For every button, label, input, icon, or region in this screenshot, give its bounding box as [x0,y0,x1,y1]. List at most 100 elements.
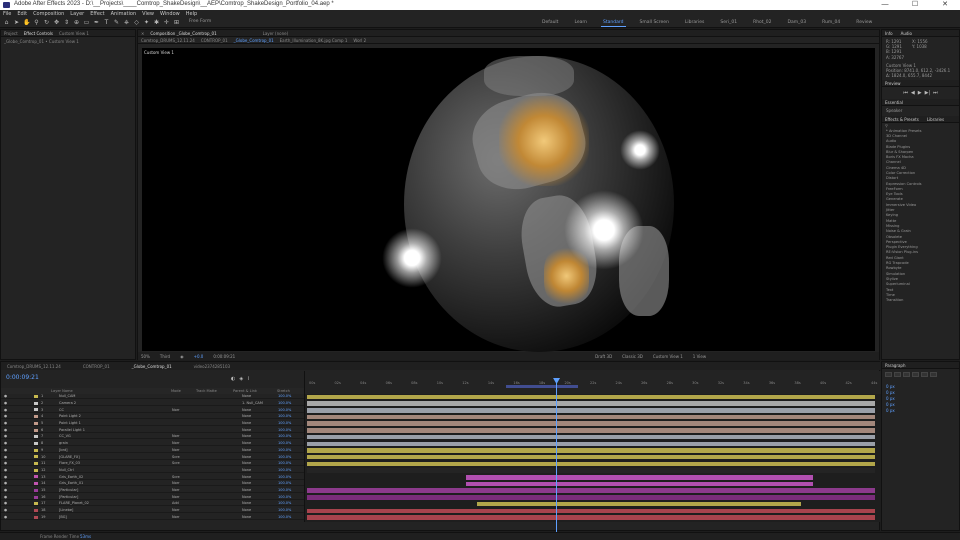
label-color-swatch[interactable] [34,468,38,472]
layer-row[interactable]: ● 8 grain Norr None 100.0% [1,440,304,447]
layer-parent-dropdown[interactable]: None [242,495,251,499]
layer-parent-dropdown[interactable]: None [242,448,251,452]
views-layout-dropdown[interactable]: 1 View [693,354,706,359]
label-color-swatch[interactable] [34,448,38,452]
label-color-swatch[interactable] [34,462,38,465]
visibility-eye-icon[interactable]: ● [4,421,7,425]
layer-duration-bar[interactable] [307,454,875,460]
layer-stretch-value[interactable]: 100.0% [278,455,291,459]
axis-icon[interactable]: ✛ [163,19,170,26]
layer-stretch-value[interactable]: 100.0% [278,468,291,472]
justify-center-icon[interactable] [921,372,928,377]
layer-row[interactable]: ● 6 Parallel Light 1 None 100.0% [1,427,304,433]
label-color-swatch[interactable] [34,482,38,486]
menu-edit[interactable]: Edit [17,11,27,17]
layer-parent-dropdown[interactable]: None [242,488,251,492]
tab-composition[interactable]: Composition _Globe_Comtrop_01 [150,31,216,36]
layer-row[interactable]: ● 1 Null_CAM None 100.0% [1,394,304,400]
layer-duration-bar[interactable] [307,401,875,406]
comp-timecode[interactable]: 0:00:09:21 [213,354,235,359]
layer-row[interactable]: ● 19 [BG] Norr None 100.0% [1,514,304,520]
draft-3d-icon[interactable]: ◈ [239,376,243,382]
layer-duration-bar[interactable] [307,495,875,500]
menu-window[interactable]: Window [160,11,180,17]
space-after-field[interactable]: 0 px [886,408,955,414]
layer-duration-bar[interactable] [307,394,875,400]
justify-all-icon[interactable] [930,372,937,377]
prev-frame-icon[interactable]: ◀ [911,90,915,96]
playhead-line[interactable] [556,378,558,532]
layer-mode-dropdown[interactable]: Norr [172,481,180,485]
layer-row[interactable]: ● 2 Camera 2 1. Null_CAM 100.0% [1,400,304,406]
align-left-icon[interactable] [885,372,892,377]
layer-stretch-value[interactable]: 100.0% [278,434,291,438]
layer-duration-bar[interactable] [307,508,875,514]
header-mode[interactable]: Mode [171,389,181,393]
tab-effect-controls[interactable]: Effect Controls [24,31,53,36]
layer-mode-dropdown[interactable]: Scre [172,475,180,479]
close-icon[interactable]: ✕ [141,31,144,36]
layer-name[interactable]: [bnt] [59,448,68,452]
puppet-tool-icon[interactable]: ✱ [153,19,160,26]
layer-mode-dropdown[interactable]: Norr [172,488,180,492]
layer-mode-dropdown[interactable]: Scre [172,455,180,459]
label-color-swatch[interactable] [34,475,38,479]
layer-name[interactable]: Null_CAM [59,394,75,398]
speaker-dropdown[interactable]: Speaker [882,106,959,115]
layer-name[interactable]: [GLARE_FX] [59,455,80,459]
visibility-eye-icon[interactable]: ● [4,401,7,405]
label-color-swatch[interactable] [34,395,38,398]
layer-stretch-value[interactable]: 100.0% [278,414,291,418]
workspace-libraries[interactable]: Libraries [683,19,706,27]
paragraph-header[interactable]: Paragraph [882,362,959,369]
layer-stretch-value[interactable]: 100.0% [278,488,291,492]
layer-row[interactable]: ● 5 Point Light 1 None 100.0% [1,420,304,427]
layer-mode-dropdown[interactable]: Norr [172,441,180,445]
layer-row[interactable]: ● 16 [Particular] Norr None 100.0% [1,494,304,500]
layer-parent-dropdown[interactable]: None [242,428,251,432]
layer-duration-bar[interactable] [307,414,875,420]
graph-editor-icon[interactable]: ⌇ [247,376,249,382]
layer-name[interactable]: Gris_Earth_02 [59,475,83,479]
visibility-eye-icon[interactable]: ● [4,414,7,418]
visibility-eye-icon[interactable]: ● [4,468,7,472]
layer-stretch-value[interactable]: 100.0% [278,441,291,445]
layer-parent-dropdown[interactable]: None [242,394,251,398]
breadcrumb-item[interactable]: Worl 2 [353,38,366,43]
layer-stretch-value[interactable]: 100.0% [278,481,291,485]
tab-video[interactable]: video2374285103 [194,364,230,369]
layer-name[interactable]: Point Light 2 [59,414,81,418]
menu-composition[interactable]: Composition [33,11,64,17]
layer-parent-dropdown[interactable]: None [242,475,251,479]
layer-row[interactable]: ● 4 Point Light 2 None 100.0% [1,414,304,420]
label-color-swatch[interactable] [34,401,38,405]
tab-globe-comtrop[interactable]: _Globe_Comtrop_01 [132,364,172,369]
workspace-seri[interactable]: Seri_01 [718,19,739,27]
layer-name[interactable]: Point Light 1 [59,421,81,425]
layer-stretch-value[interactable]: 100.0% [278,461,291,465]
layer-stretch-value[interactable]: 100.0% [278,448,291,452]
layer-parent-dropdown[interactable]: None [242,468,251,472]
breadcrumb-item-active[interactable]: _Globe_Comtrop_01 [234,38,274,43]
layer-stretch-value[interactable]: 100.0% [278,401,291,405]
visibility-eye-icon[interactable]: ● [4,434,7,438]
label-color-swatch[interactable] [34,435,38,439]
play-icon[interactable]: ▶ [918,90,922,96]
layer-mode-dropdown[interactable]: Norr [172,508,180,512]
visibility-eye-icon[interactable]: ● [4,408,7,412]
workspace-dam[interactable]: Dam_03 [786,19,809,27]
visibility-eye-icon[interactable]: ● [4,441,7,445]
label-color-swatch[interactable] [34,441,38,445]
visibility-eye-icon[interactable]: ● [4,495,7,499]
selection-tool-icon[interactable]: ➤ [13,19,20,26]
layer-stretch-value[interactable]: 100.0% [278,408,291,412]
layer-name[interactable]: grain [59,441,68,445]
layer-duration-bar[interactable] [307,434,875,440]
justify-left-icon[interactable] [912,372,919,377]
header-stretch[interactable]: Stretch [277,389,290,393]
brush-tool-icon[interactable]: ✎ [113,19,120,26]
layer-stretch-value[interactable]: 100.0% [278,515,291,519]
layer-row[interactable]: ● 18 [Linebe] Norr None 100.0% [1,507,304,514]
time-ruler[interactable]: 00s 02s 04s 06s 08s 10s 12s 14s 16s 18s 20s 22s 24s 2… [304,371,881,394]
workspace-learn[interactable]: Learn [572,19,589,27]
